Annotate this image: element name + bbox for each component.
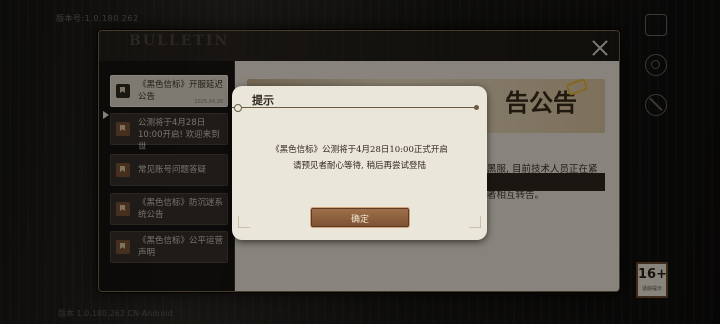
dialog-title: 提示 [252,94,274,107]
confirm-button[interactable]: 确定 [310,207,410,228]
dialog-corner-ornament [469,216,481,228]
dialog-message-line: 请预见者耐心等待, 稍后再尝试登陆 [293,161,426,171]
dialog-title-rule [232,107,476,108]
confirm-button-label: 确定 [350,215,369,225]
rule-end-icon [474,105,479,110]
rule-dot-icon [232,102,242,112]
dialog-corner-ornament [238,216,250,228]
notice-dialog: 提示 《黑色信标》公测将于4月28日10:00正式开启 请预见者耐心等待, 稍后… [232,86,487,240]
dialog-message-line: 《黑色信标》公测将于4月28日10:00正式开启 [271,145,448,155]
